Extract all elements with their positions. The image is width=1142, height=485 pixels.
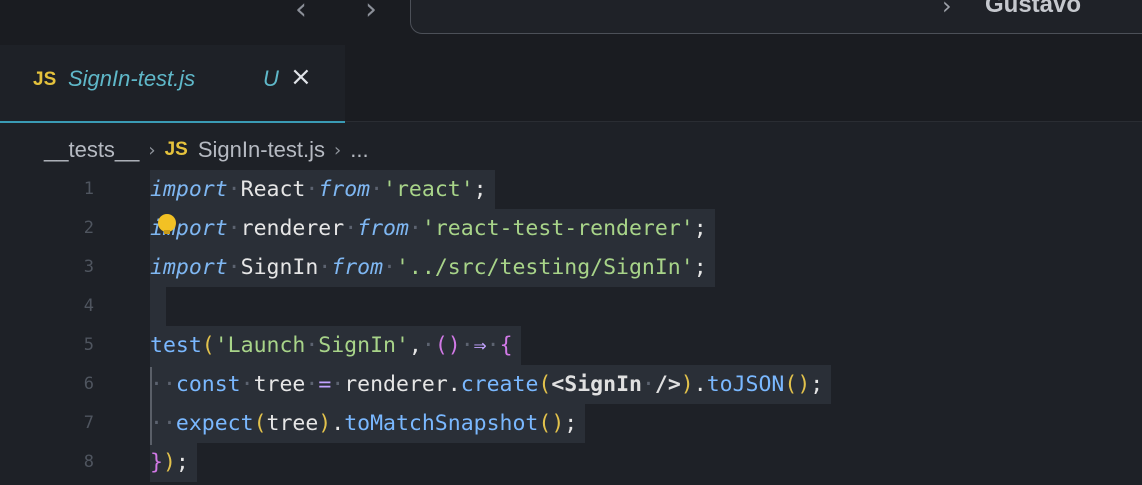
tab-title: SignIn-test.js	[68, 66, 196, 91]
line-number: 1	[83, 179, 94, 199]
code-text[interactable]: import·renderer·from·'react-test-rendere…	[150, 209, 715, 248]
code-line[interactable]: 1 import·React·from·'react';	[0, 170, 1142, 209]
forward-arrow-icon[interactable]: ›	[365, 0, 377, 27]
code-text[interactable]: ··expect(tree).toMatchSnapshot();	[150, 404, 586, 443]
code-text[interactable]: test('Launch·SignIn',·()·⇒·{	[150, 326, 521, 365]
close-icon[interactable]: ×	[290, 62, 312, 92]
js-file-icon: JS	[33, 69, 57, 90]
code-line[interactable]: 4	[0, 287, 1142, 326]
line-number: 4	[83, 296, 94, 316]
tab-bar: JS SignIn-test.js U ×	[0, 45, 1142, 123]
breadcrumb: __tests__ › JS SignIn-test.js › ...	[44, 133, 369, 167]
line-number: 3	[83, 257, 94, 277]
chevron-right-icon: ›	[942, 0, 952, 20]
indent-guide	[150, 367, 152, 445]
js-file-icon: JS	[164, 139, 188, 160]
line-number: 6	[83, 374, 94, 394]
chevron-right-icon: ›	[334, 139, 342, 161]
modified-indicator: U	[263, 66, 279, 91]
line-number: 5	[83, 335, 94, 355]
code-line[interactable]: 3 import·SignIn·from·'../src/testing/Sig…	[0, 248, 1142, 287]
code-text[interactable]: import·React·from·'react';	[150, 170, 495, 209]
code-text[interactable]: });	[150, 443, 197, 482]
code-line[interactable]: 6 ··const·tree·=·renderer.create(<SignIn…	[0, 365, 1142, 404]
back-arrow-icon[interactable]: ‹	[295, 0, 307, 27]
code-line[interactable]: 8 });	[0, 443, 1142, 482]
breadcrumb-folder[interactable]: __tests__	[44, 137, 139, 163]
breadcrumb-more[interactable]: ...	[350, 137, 368, 163]
code-text[interactable]	[150, 287, 166, 326]
lightbulb-stem	[164, 230, 170, 234]
line-number: 2	[83, 218, 94, 238]
code-text[interactable]: ··const·tree·=·renderer.create(<SignIn·/…	[150, 365, 832, 404]
line-number: 7	[83, 413, 94, 433]
command-center-text[interactable]: Gustavo	[985, 0, 1081, 19]
code-line[interactable]: 7 ··expect(tree).toMatchSnapshot();	[0, 404, 1142, 443]
line-number: 8	[83, 452, 94, 472]
tab-signin-test[interactable]: JS SignIn-test.js U ×	[0, 45, 345, 123]
breadcrumb-file[interactable]: SignIn-test.js	[198, 137, 325, 163]
code-line[interactable]: 5 test('Launch·SignIn',·()·⇒·{	[0, 326, 1142, 365]
chevron-right-icon: ›	[148, 139, 156, 161]
title-bar: ‹ › › Gustavo	[0, 0, 1142, 45]
code-text[interactable]: import·SignIn·from·'../src/testing/SignI…	[150, 248, 715, 287]
